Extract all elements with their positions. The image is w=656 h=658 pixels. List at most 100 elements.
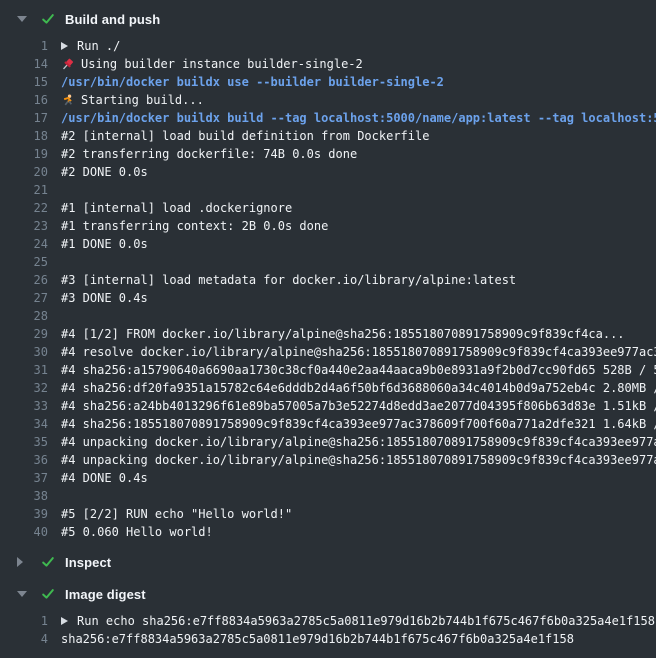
workflow-log-viewer: Build and push1Run ./14Using builder ins… [0,0,656,648]
log-line-content: sha256:e7ff8834a5963a2785c5a0811e979d16b… [61,632,574,646]
log-line-content: #4 sha256:a24bb4013296f61e89ba57005a7b3e… [61,399,656,413]
log-line-content: #4 unpacking docker.io/library/alpine@sh… [61,435,656,449]
line-number[interactable]: 37 [0,471,48,485]
line-number[interactable]: 27 [0,291,48,305]
log-line: 1Run ./ [0,37,656,55]
log-line-content: /usr/bin/docker buildx build --tag local… [61,111,656,125]
log-line: 22 #1 [internal] load .dockerignore [0,199,656,217]
log-line: 23 #1 transferring context: 2B 0.0s done [0,217,656,235]
line-number[interactable]: 23 [0,219,48,233]
log-line-content: #4 resolve docker.io/library/alpine@sha2… [61,345,656,359]
line-number[interactable]: 1 [0,614,48,628]
line-number[interactable]: 16 [0,93,48,107]
line-number[interactable]: 38 [0,489,48,503]
log-section-image-digest: Image digest 1 Run echo sha256:e7ff8834a59… [0,583,656,648]
pushpin-icon [61,57,75,71]
log-line: 26 #3 [internal] load metadata for docker… [0,271,656,289]
log-line-content: #1 transferring context: 2B 0.0s done [61,219,328,233]
log-line-text: #4 sha256:a15790640a6690aa1730c38cf0a440… [61,363,656,377]
success-check-icon [41,587,55,601]
log-line-content: #3 [internal] load metadata for docker.i… [61,273,516,287]
log-line-content: #3 DONE 0.4s [61,291,148,305]
line-number[interactable]: 1 [0,39,48,53]
log-line: 17/usr/bin/docker buildx build --tag loc… [0,109,656,127]
log-line-text: #5 [2/2] RUN echo "Hello world!" [61,507,292,521]
log-line-text: #1 transferring context: 2B 0.0s done [61,219,328,233]
line-number[interactable]: 33 [0,399,48,413]
log-line-text: #4 sha256:a24bb4013296f61e89ba57005a7b3e… [61,399,656,413]
expand-group-icon[interactable] [61,617,68,625]
line-number[interactable]: 35 [0,435,48,449]
log-line-content: #4 [1/2] FROM docker.io/library/alpine@s… [61,327,625,341]
line-number[interactable]: 21 [0,183,48,197]
log-line: 40 #5 0.060 Hello world! [0,523,656,541]
log-line: 25 [0,253,656,271]
section-header-inspect[interactable]: Inspect [0,551,656,573]
line-number[interactable]: 19 [0,147,48,161]
line-number[interactable]: 36 [0,453,48,467]
line-number[interactable]: 25 [0,255,48,269]
line-number[interactable]: 32 [0,381,48,395]
line-number[interactable]: 24 [0,237,48,251]
log-line-content: Run echo sha256:e7ff8834a5963a2785c5a081… [61,614,655,628]
log-line-text: #4 sha256:185518070891758909c9f839cf4ca3… [61,417,656,431]
line-number[interactable]: 17 [0,111,48,125]
log-line-text: #4 unpacking docker.io/library/alpine@sh… [61,435,656,449]
log-line: 1 Run echo sha256:e7ff8834a5963a2785c5a08… [0,612,656,630]
line-number[interactable]: 30 [0,345,48,359]
log-line-text: #4 resolve docker.io/library/alpine@sha2… [61,345,656,359]
line-number[interactable]: 28 [0,309,48,323]
log-line: 27 #3 DONE 0.4s [0,289,656,307]
log-line: 28 [0,307,656,325]
log-line-content: #1 [internal] load .dockerignore [61,201,292,215]
line-number[interactable]: 29 [0,327,48,341]
success-check-icon [41,555,55,569]
log-line-text: #2 [internal] load build definition from… [61,129,429,143]
log-line-text: #4 DONE 0.4s [61,471,148,485]
log-line-text: #2 DONE 0.0s [61,165,148,179]
log-line-text: Starting build... [81,93,204,107]
log-line-text: sha256:e7ff8834a5963a2785c5a0811e979d16b… [61,632,574,646]
log-lines: 1Run ./ 14 Using builder instance builder-… [0,37,656,541]
log-line-text: #2 transferring dockerfile: 74B 0.0s don… [61,147,357,161]
runner-icon [61,93,75,107]
line-number[interactable]: 26 [0,273,48,287]
section-title: Build and push [65,12,160,27]
line-number[interactable]: 4 [0,632,48,646]
line-number[interactable]: 34 [0,417,48,431]
log-line: 31 #4 sha256:a15790640a6690aa1730c38cf0a4… [0,361,656,379]
line-number[interactable]: 31 [0,363,48,377]
expand-group-icon[interactable] [61,42,68,50]
log-line-text: #4 sha256:df20fa9351a15782c64e6dddb2d4a6… [61,381,656,395]
line-number[interactable]: 14 [0,57,48,71]
log-line: 30 #4 resolve docker.io/library/alpine@sh… [0,343,656,361]
log-line-content: #2 DONE 0.0s [61,165,148,179]
chevron-down-icon [17,591,41,597]
log-line-content: #2 [internal] load build definition from… [61,129,429,143]
log-line: 33 #4 sha256:a24bb4013296f61e89ba57005a7b… [0,397,656,415]
section-header-build-and-push[interactable]: Build and push [0,8,656,30]
log-line: 21 [0,181,656,199]
line-number[interactable]: 22 [0,201,48,215]
log-line-content: #4 sha256:a15790640a6690aa1730c38cf0a440… [61,363,656,377]
log-line-content: #5 0.060 Hello world! [61,525,213,539]
log-line-content: Using builder instance builder-single-2 [61,57,363,71]
log-line-text: #4 [1/2] FROM docker.io/library/alpine@s… [61,327,625,341]
log-line: 15/usr/bin/docker buildx use --builder b… [0,73,656,91]
log-line-content: #4 unpacking docker.io/library/alpine@sh… [61,453,656,467]
line-number[interactable]: 39 [0,507,48,521]
line-number[interactable]: 18 [0,129,48,143]
log-line: 24 #1 DONE 0.0s [0,235,656,253]
chevron-down-icon [17,16,41,22]
line-number[interactable]: 20 [0,165,48,179]
log-line: 37 #4 DONE 0.4s [0,469,656,487]
log-line-content: Starting build... [61,93,204,107]
log-line-content: #2 transferring dockerfile: 74B 0.0s don… [61,147,357,161]
log-line-text: /usr/bin/docker buildx use --builder bui… [61,75,444,89]
line-number[interactable]: 15 [0,75,48,89]
line-number[interactable]: 40 [0,525,48,539]
log-line-content: #1 DONE 0.0s [61,237,148,251]
section-title: Image digest [65,587,146,602]
log-line-text: /usr/bin/docker buildx build --tag local… [61,111,656,125]
section-header-image-digest[interactable]: Image digest [0,583,656,605]
